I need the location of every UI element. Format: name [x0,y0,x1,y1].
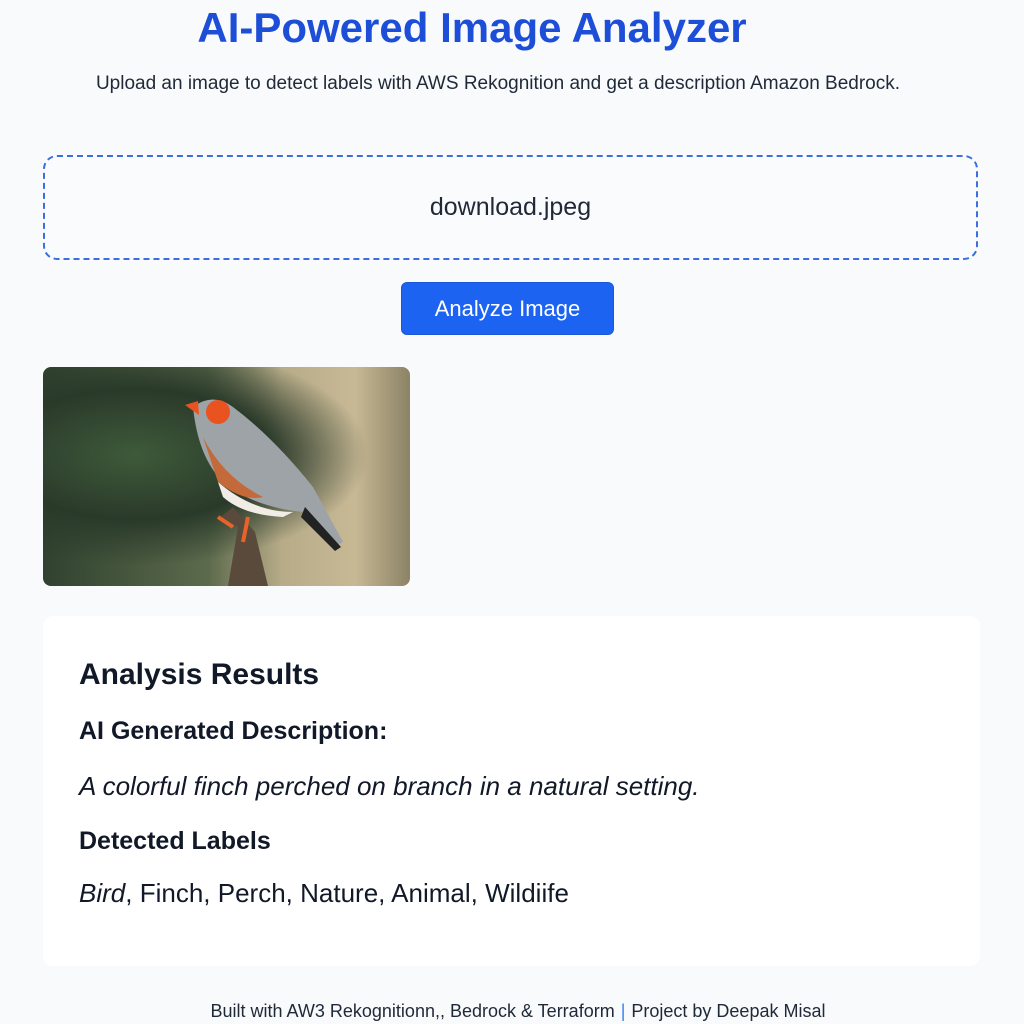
footer: Built with AW3 Rekognitionn,, Bedrock & … [0,1001,1024,1022]
label-item: Perch [217,878,286,908]
labels-heading: Detected Labels [79,827,271,855]
footer-separator: | [620,1001,626,1021]
analysis-results-card: Analysis Results AI Generated Descriptio… [43,616,980,966]
page-title: AI-Powered Image Analyzer [197,4,747,51]
footer-author: Project by Deepak Misal [631,1001,826,1021]
description-heading: AI Generated Description: [79,717,388,745]
detected-labels: Bird, Finch, Perch, Nature, Animal, Wild… [79,878,569,908]
label-item: Finch [139,878,204,908]
results-title: Analysis Results [79,658,320,691]
image-preview [43,367,410,586]
file-drop-zone[interactable]: download.jpeg [43,155,978,260]
label-item: Animal [391,878,471,908]
analyze-image-button[interactable]: Analyze Image [401,282,614,335]
page-subtitle: Upload an image to detect labels with AW… [95,73,901,94]
ai-description: A colorful finch perched on branch in a … [79,771,700,801]
label-item: Bird [79,878,126,908]
selected-file-name: download.jpeg [429,193,592,221]
label-item: Wildiife [485,878,569,908]
label-item: Nature [300,878,379,908]
footer-credits: Built with AW3 Rekognitionn,, Bedrock & … [210,1001,615,1021]
